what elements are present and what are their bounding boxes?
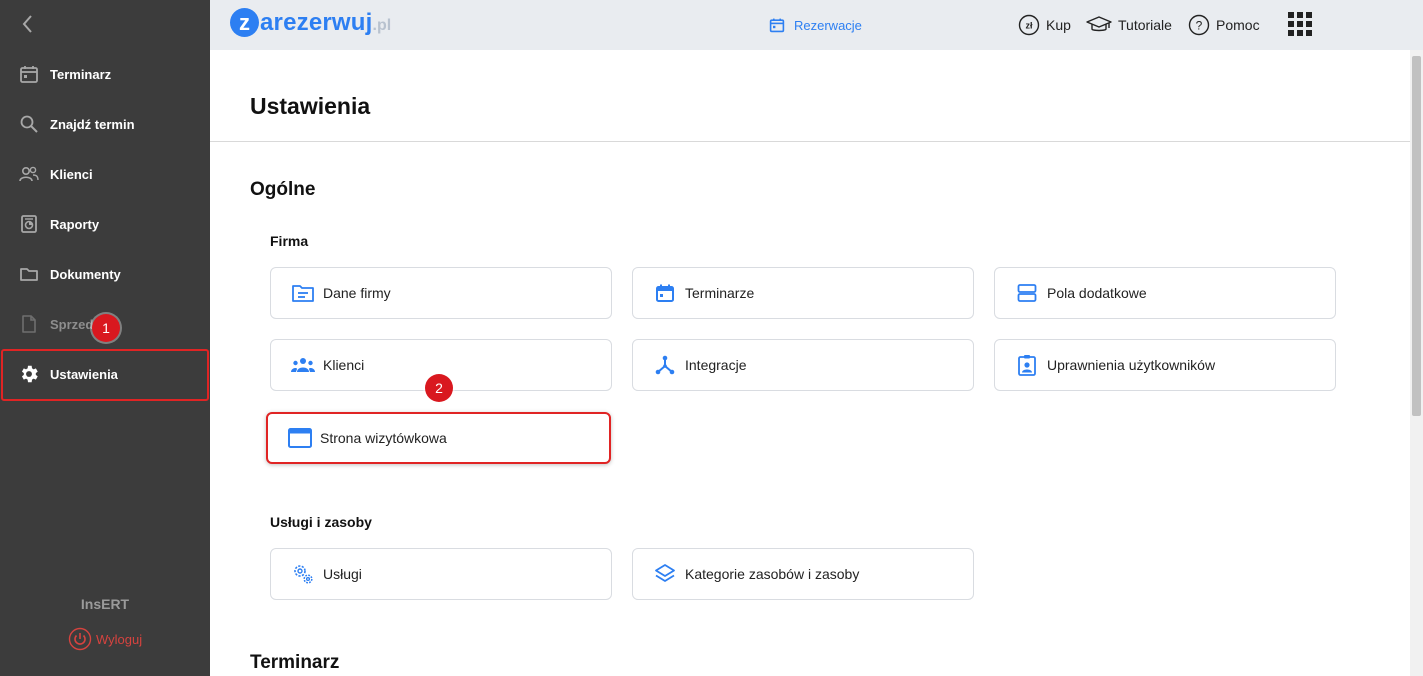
page-title: Ustawienia bbox=[250, 93, 371, 119]
card-uslugi[interactable]: Usługi bbox=[270, 548, 612, 600]
card-label: Integracje bbox=[685, 357, 747, 373]
card-label: Kategorie zasobów i zasoby bbox=[685, 566, 860, 582]
layers-icon bbox=[653, 562, 677, 586]
card-label: Uprawnienia użytkowników bbox=[1047, 357, 1216, 373]
sidebar-item-label: Znajdź termin bbox=[50, 116, 135, 132]
sidebar-item-label: Raporty bbox=[50, 216, 100, 232]
sidebar-item-klienci[interactable]: Klienci bbox=[0, 149, 210, 199]
help-label: Pomoc bbox=[1216, 17, 1260, 33]
card-strona-wizytowkowa[interactable]: Strona wizytówkowa bbox=[266, 412, 611, 464]
folder-icon bbox=[18, 263, 40, 285]
clients-icon bbox=[291, 353, 315, 377]
group-title-services: Usługi i zasoby bbox=[270, 514, 372, 530]
card-label: Dane firmy bbox=[323, 285, 391, 301]
company-data-icon bbox=[291, 281, 315, 305]
logout-link[interactable]: Wyloguj bbox=[68, 627, 142, 651]
svg-text:zł: zł bbox=[1025, 21, 1033, 31]
sidebar-item-label: Ustawienia bbox=[50, 366, 118, 382]
logo-letter: z bbox=[230, 8, 259, 37]
card-terminarze[interactable]: Terminarze bbox=[632, 267, 974, 319]
scrollbar-thumb[interactable] bbox=[1412, 56, 1421, 416]
section-title-scheduler: Terminarz bbox=[250, 652, 340, 673]
report-icon bbox=[18, 213, 40, 235]
calendar-icon bbox=[18, 63, 40, 85]
calendar-icon bbox=[653, 281, 677, 305]
buy-link[interactable]: zł Kup bbox=[1018, 0, 1071, 50]
sidebar-item-ustawienia[interactable]: Ustawienia bbox=[0, 349, 210, 399]
people-icon bbox=[18, 163, 40, 185]
help-icon: ? bbox=[1188, 14, 1210, 36]
svg-text:?: ? bbox=[1196, 19, 1203, 33]
apps-grid-button[interactable] bbox=[1288, 0, 1312, 50]
gear-icon bbox=[18, 363, 40, 385]
tutorials-label: Tutoriale bbox=[1118, 17, 1172, 33]
calendar-icon bbox=[766, 14, 788, 36]
services-gears-icon bbox=[291, 562, 315, 586]
buy-label: Kup bbox=[1046, 17, 1071, 33]
zarezerwuj-logo[interactable]: z arezerwuj .pl bbox=[230, 8, 391, 37]
sidebar-nav: Terminarz Znajdź termin Klienci Raporty … bbox=[0, 49, 210, 399]
zloty-coin-icon: zł bbox=[1018, 14, 1040, 36]
sidebar-item-label: Dokumenty bbox=[50, 266, 121, 282]
card-uprawnienia-uzytkownikow[interactable]: Uprawnienia użytkowników bbox=[994, 339, 1336, 391]
logo-word: arezerwuj bbox=[260, 8, 373, 36]
search-icon bbox=[18, 113, 40, 135]
card-pola-dodatkowe[interactable]: Pola dodatkowe bbox=[994, 267, 1336, 319]
user-permissions-icon bbox=[1015, 353, 1039, 377]
reservations-label: Rezerwacje bbox=[794, 17, 862, 33]
card-kategorie-zasobow[interactable]: Kategorie zasobów i zasoby bbox=[632, 548, 974, 600]
sidebar-item-label: Klienci bbox=[50, 166, 93, 182]
card-label: Usługi bbox=[323, 566, 362, 582]
tutorials-link[interactable]: Tutoriale bbox=[1086, 0, 1172, 50]
step-badge-2: 2 bbox=[425, 374, 453, 402]
apps-grid-icon bbox=[1288, 11, 1312, 39]
back-arrow-icon[interactable] bbox=[16, 12, 40, 36]
card-integracje[interactable]: Integracje bbox=[632, 339, 974, 391]
group-title-company: Firma bbox=[270, 233, 309, 249]
brand-insert-label: InsERT bbox=[80, 596, 130, 612]
graduation-cap-icon bbox=[1086, 14, 1112, 36]
sidebar-item-raporty[interactable]: Raporty bbox=[0, 199, 210, 249]
card-dane-firmy[interactable]: Dane firmy bbox=[270, 267, 612, 319]
fields-icon bbox=[1015, 281, 1039, 305]
reservations-link[interactable]: Rezerwacje bbox=[766, 0, 862, 50]
step-badge-1: 1 bbox=[92, 314, 120, 342]
sidebar-item-terminarz[interactable]: Terminarz bbox=[0, 49, 210, 99]
browser-window-icon bbox=[288, 426, 312, 450]
card-label: Terminarze bbox=[685, 285, 755, 301]
integration-icon bbox=[653, 353, 677, 377]
card-label: Pola dodatkowe bbox=[1047, 285, 1147, 301]
logout-label: Wyloguj bbox=[96, 631, 143, 647]
power-icon bbox=[68, 627, 92, 651]
help-link[interactable]: ? Pomoc bbox=[1188, 0, 1260, 50]
header-divider bbox=[210, 141, 1410, 142]
top-bar: z arezerwuj .pl Rezerwacje zł Kup Tutori… bbox=[210, 0, 1423, 50]
card-label: Klienci bbox=[323, 357, 365, 373]
sidebar-item-label: Terminarz bbox=[50, 66, 112, 82]
sidebar-item-znajdz-termin[interactable]: Znajdź termin bbox=[0, 99, 210, 149]
vertical-scrollbar[interactable] bbox=[1410, 50, 1423, 676]
section-title-general: Ogólne bbox=[250, 179, 316, 200]
sidebar-item-dokumenty[interactable]: Dokumenty bbox=[0, 249, 210, 299]
document-icon bbox=[18, 313, 40, 335]
logo-tld: .pl bbox=[372, 16, 392, 34]
card-label: Strona wizytówkowa bbox=[320, 430, 447, 446]
